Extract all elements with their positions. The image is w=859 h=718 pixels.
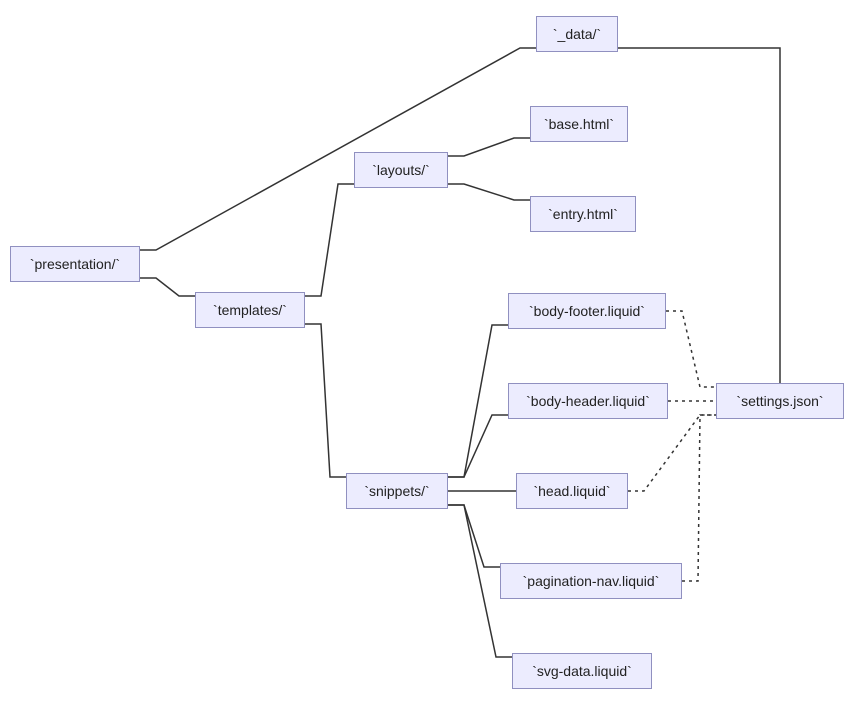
edge-snippets-to-body_footer <box>448 325 508 477</box>
edge-presentation-to-templates <box>140 278 195 296</box>
node-layouts: `layouts/` <box>354 152 448 188</box>
edge-templates-to-layouts <box>305 184 354 296</box>
node-body_header: `body-header.liquid` <box>508 383 668 419</box>
node-pagination: `pagination-nav.liquid` <box>500 563 682 599</box>
node-entry_html: `entry.html` <box>530 196 636 232</box>
node-snippets: `snippets/` <box>346 473 448 509</box>
edge-snippets-to-body_header <box>448 415 508 477</box>
diagram-stage: `presentation/` `_data/` `templates/` `layo… <box>0 0 859 718</box>
node-body_footer: `body-footer.liquid` <box>508 293 666 329</box>
edge-snippets-to-pagination <box>448 505 500 567</box>
node-base_html: `base.html` <box>530 106 628 142</box>
edge-data-to-settings <box>618 48 780 383</box>
node-templates: `templates/` <box>195 292 305 328</box>
edge-dashed-head_liquid-to-settings <box>628 415 716 491</box>
node-data: `_data/` <box>536 16 618 52</box>
edge-dashed-body_footer-to-settings <box>666 311 716 387</box>
edge-dashed-pagination-to-settings <box>682 415 716 581</box>
node-settings: `settings.json` <box>716 383 844 419</box>
edge-layouts-to-entry_html <box>448 184 530 200</box>
edge-layouts-to-base_html <box>448 138 530 156</box>
node-svg_data: `svg-data.liquid` <box>512 653 652 689</box>
edge-layer <box>0 0 859 718</box>
edge-presentation-to-data <box>140 48 536 250</box>
edge-templates-to-snippets <box>305 324 346 477</box>
node-head_liquid: `head.liquid` <box>516 473 628 509</box>
node-presentation: `presentation/` <box>10 246 140 282</box>
